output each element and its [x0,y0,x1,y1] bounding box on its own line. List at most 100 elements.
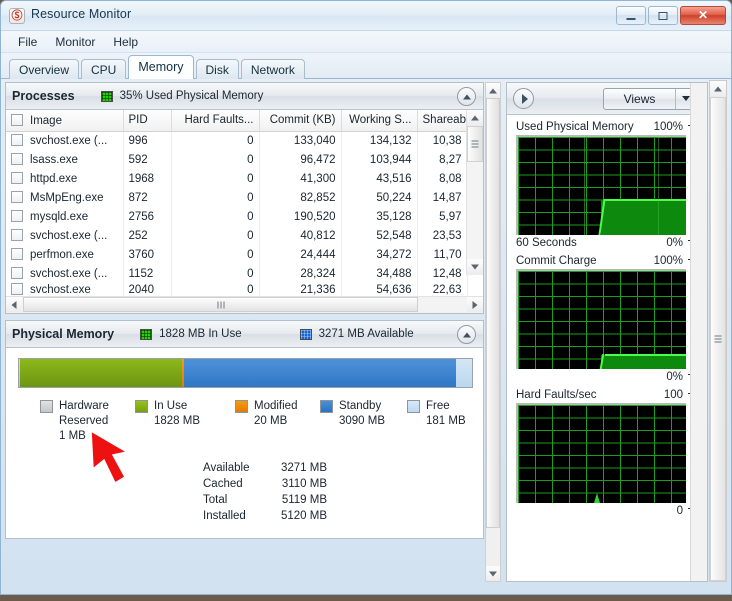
table-row[interactable]: lsass.exe 592 0 96,472 103,944 8,27 [6,150,468,169]
window-title: Resource Monitor [31,7,132,21]
memory-usage-bar [18,358,473,388]
graphs-pane-scrollbar[interactable] [690,83,707,581]
cell-commit: 190,520 [259,207,342,226]
tab-memory[interactable]: Memory [128,55,194,79]
legend-value: 1828 MB [154,415,201,427]
main-content: Processes 35% Used Physical Memory Image… [1,80,731,594]
free-swatch-icon [407,400,420,413]
cell-shareable: 12,48 [417,264,468,283]
column-header-image[interactable]: Image [6,110,124,132]
graph-title: Hard Faults/sec [516,389,597,401]
table-row[interactable]: MsMpEng.exe 872 0 82,852 50,224 14,87 [6,188,468,207]
table-row[interactable]: mysqld.exe 2756 0 190,520 35,128 5,97 [6,207,468,226]
legend-item-free: Free 181 MB [407,399,466,444]
scroll-down-button[interactable] [467,259,483,275]
close-button[interactable]: ✕ [680,6,726,25]
row-checkbox[interactable] [11,248,23,260]
column-header-commit[interactable]: Commit (KB) [259,110,342,132]
table-row[interactable]: httpd.exe 1968 0 41,300 43,516 8,08 [6,169,468,188]
arrow-down-icon [489,571,497,576]
stats-row-total: Total 5119 MB [203,492,471,508]
left-pane-scrollbar[interactable] [485,82,501,582]
window-controls: ✕ [616,6,726,25]
window-scrollbar[interactable] [709,80,727,582]
scroll-thumb[interactable] [467,126,483,162]
row-checkbox[interactable] [11,229,23,241]
minimize-button[interactable] [616,6,646,25]
cell-hard-faults: 0 [171,264,260,283]
select-all-checkbox[interactable] [11,113,23,126]
table-row[interactable]: svchost.exe 2040 0 21,336 54,636 22,63 [6,283,468,296]
chevron-right-icon [521,93,528,104]
graph-list: Used Physical Memory 100% 60 Seconds 0% [507,115,707,519]
legend-value: 3090 MB [339,415,386,427]
graph-used-physical-memory: Used Physical Memory 100% 60 Seconds 0% [516,119,700,251]
menu-bar: File Monitor Help [1,31,731,53]
column-header-pid[interactable]: PID [123,110,172,132]
stats-value: 3271 MB [280,462,327,474]
table-row[interactable]: svchost.exe (... 1152 0 28,324 34,488 12… [6,264,468,283]
row-checkbox[interactable] [11,172,23,184]
legend-item-in-use: In Use 1828 MB [135,399,235,444]
app-icon: Ⓢ [9,8,25,24]
scroll-up-button[interactable] [710,81,726,97]
table-row[interactable]: perfmon.exe 3760 0 24,444 34,272 11,70 [6,245,468,264]
row-checkbox[interactable] [11,153,23,165]
scroll-up-button[interactable] [486,83,500,98]
physical-memory-collapse-button[interactable] [457,325,476,344]
table-row[interactable]: svchost.exe (... 996 0 133,040 134,132 1… [6,131,468,150]
cell-hard-faults: 0 [171,245,260,264]
processes-panel: Processes 35% Used Physical Memory Image… [5,82,484,314]
tab-network[interactable]: Network [240,59,305,79]
views-dropdown[interactable]: Views [603,87,697,110]
cell-hard-faults: 0 [171,283,260,296]
column-header-shareable[interactable]: Shareable | [417,110,468,132]
hscroll-thumb[interactable] [23,297,418,312]
cell-commit: 28,324 [259,264,342,283]
scroll-thumb[interactable] [486,98,500,528]
tab-cpu[interactable]: CPU [81,59,127,79]
scroll-right-button[interactable] [467,297,483,312]
in-use-stat: 1828 MB In Use [140,328,242,340]
column-header-hard-faults[interactable]: Hard Faults... [171,110,260,132]
processes-vertical-scrollbar[interactable] [466,110,483,275]
physical-memory-panel-header[interactable]: Physical Memory 1828 MB In Use 3271 MB A… [6,321,483,348]
cell-image: perfmon.exe [6,245,124,264]
cell-working-set: 50,224 [341,188,418,207]
processes-horizontal-scrollbar[interactable] [6,296,483,313]
tab-disk[interactable]: Disk [195,59,239,79]
scroll-left-button[interactable] [6,297,22,312]
cell-pid: 1968 [123,169,172,188]
cell-pid: 996 [123,131,172,150]
processes-panel-header[interactable]: Processes 35% Used Physical Memory [6,83,483,110]
table-row[interactable]: svchost.exe (... 252 0 40,812 52,548 23,… [6,226,468,245]
cell-commit: 96,472 [259,150,342,169]
minimize-icon [626,17,636,20]
tab-overview[interactable]: Overview [9,59,80,79]
stats-row-cached: Cached 3110 MB [203,476,471,492]
scroll-up-button[interactable] [467,110,483,126]
available-stat: 3271 MB Available [299,328,414,340]
cell-shareable: 22,63 [417,283,468,296]
legend-value: 1 MB [59,430,86,442]
cell-pid: 872 [123,188,172,207]
in-use-swatch-icon [135,400,148,413]
scroll-thumb[interactable] [710,97,726,581]
row-checkbox[interactable] [11,210,23,222]
row-checkbox[interactable] [11,134,23,147]
maximize-button[interactable] [648,6,678,25]
processes-collapse-button[interactable] [457,87,476,106]
cell-pid: 1152 [123,264,172,283]
row-checkbox[interactable] [11,191,23,203]
menu-item-monitor[interactable]: Monitor [46,33,104,51]
column-header-working-set[interactable]: Working S... [341,110,418,132]
chevron-up-icon [462,94,471,99]
scroll-down-button[interactable] [486,566,500,581]
menu-item-help[interactable]: Help [104,33,147,51]
menu-item-file[interactable]: File [9,33,46,51]
stats-value: 3110 MB [281,478,327,490]
expand-pane-button[interactable] [513,88,534,109]
row-checkbox[interactable] [11,267,23,279]
graphs-pane-header: Views [507,83,707,115]
row-checkbox[interactable] [11,283,23,295]
